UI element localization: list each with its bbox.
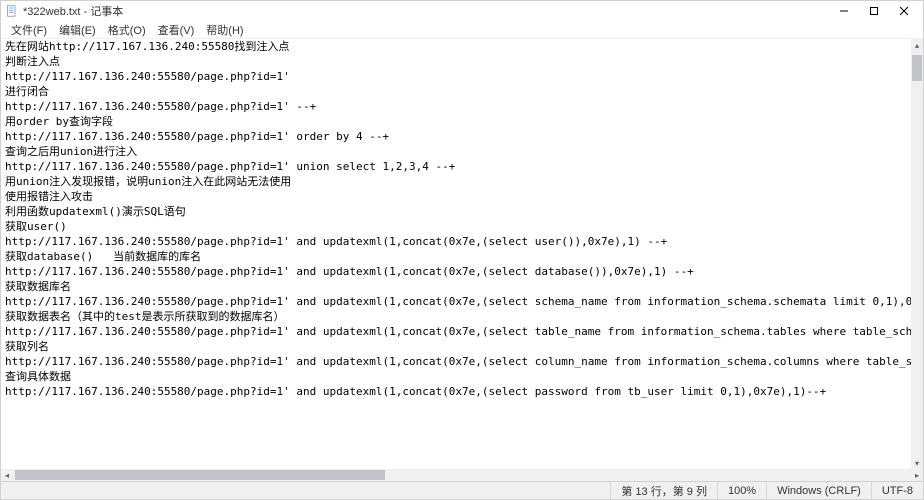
menu-help[interactable]: 帮助(H) — [200, 21, 249, 39]
vertical-scrollbar[interactable]: ▴ ▾ — [911, 39, 923, 469]
menu-format[interactable]: 格式(O) — [102, 21, 152, 39]
window-controls — [829, 1, 919, 21]
text-editor[interactable]: 先在网站http://117.167.136.240:55580找到注入点 判断… — [5, 39, 911, 469]
scroll-up-arrow-icon[interactable]: ▴ — [911, 39, 923, 51]
status-position: 第 13 行，第 9 列 — [610, 482, 717, 500]
notepad-window: *322web.txt - 记事本 文件(F) 编辑(E) 格式(O) 查看(V… — [0, 0, 924, 500]
status-zoom: 100% — [717, 482, 766, 500]
horizontal-scrollbar[interactable]: ◂ ▸ — [1, 469, 923, 481]
close-button[interactable] — [889, 1, 919, 21]
menubar: 文件(F) 编辑(E) 格式(O) 查看(V) 帮助(H) — [1, 21, 923, 39]
horizontal-scroll-thumb[interactable] — [15, 470, 385, 480]
vertical-scroll-thumb[interactable] — [912, 55, 922, 81]
window-title: *322web.txt - 记事本 — [23, 3, 829, 19]
scroll-down-arrow-icon[interactable]: ▾ — [911, 457, 923, 469]
titlebar[interactable]: *322web.txt - 记事本 — [1, 1, 923, 21]
statusbar: 第 13 行，第 9 列 100% Windows (CRLF) UTF-8 — [1, 481, 923, 499]
editor-area: 先在网站http://117.167.136.240:55580找到注入点 判断… — [1, 39, 923, 469]
menu-file[interactable]: 文件(F) — [5, 21, 53, 39]
maximize-button[interactable] — [859, 1, 889, 21]
status-line-ending: Windows (CRLF) — [766, 482, 871, 500]
minimize-button[interactable] — [829, 1, 859, 21]
scroll-right-arrow-icon[interactable]: ▸ — [911, 469, 923, 481]
app-icon — [5, 4, 19, 18]
scroll-left-arrow-icon[interactable]: ◂ — [1, 469, 13, 481]
menu-edit[interactable]: 编辑(E) — [53, 21, 102, 39]
status-encoding: UTF-8 — [871, 482, 923, 500]
menu-view[interactable]: 查看(V) — [152, 21, 201, 39]
